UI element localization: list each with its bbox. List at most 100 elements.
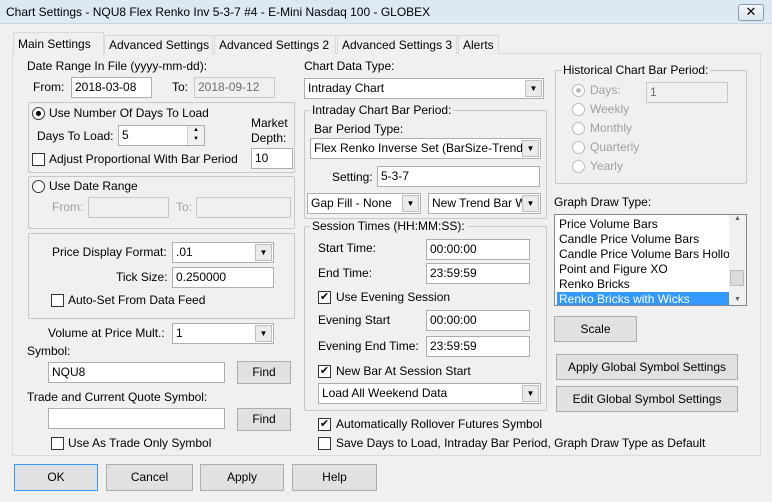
evening-session-label: Use Evening Session	[336, 290, 451, 304]
chevron-down-icon[interactable]: ▼	[522, 195, 539, 212]
monthly-label: Monthly	[590, 121, 633, 135]
gap-fill-select[interactable]: Gap Fill - None ▼	[307, 193, 421, 214]
scrollbar-thumb[interactable]	[730, 270, 744, 286]
setting-input[interactable]: 5-3-7	[377, 166, 540, 187]
evening-start-input[interactable]: 00:00:00	[426, 310, 530, 331]
use-days-radio[interactable]	[32, 107, 45, 120]
graph-draw-type-label: Graph Draw Type:	[554, 195, 652, 209]
use-days-label: Use Number Of Days To Load	[49, 106, 209, 120]
market-depth-label-2: Depth:	[251, 131, 287, 145]
apply-global-symbol-settings-button[interactable]: Apply Global Symbol Settings	[556, 354, 738, 380]
end-time-label: End Time:	[318, 266, 373, 280]
list-item[interactable]: Point and Figure XO	[557, 262, 729, 277]
range-to-label: To:	[176, 200, 193, 214]
rollover-checkbox[interactable]: ✔	[318, 418, 331, 431]
historical-days-input: 1	[646, 82, 728, 103]
list-item[interactable]: Candle Price Volume Bars Hollow	[557, 247, 729, 262]
symbol-input[interactable]: NQU8	[48, 362, 225, 383]
end-time-input[interactable]: 23:59:59	[426, 263, 530, 284]
tab-main-settings[interactable]: Main Settings	[13, 32, 104, 55]
range-from-input	[88, 197, 169, 218]
setting-label: Setting:	[332, 170, 373, 184]
start-time-input[interactable]: 00:00:00	[426, 239, 530, 260]
chevron-down-icon[interactable]: ▼	[255, 325, 272, 342]
bar-period-type-select[interactable]: Flex Renko Inverse Set (BarSize-Trend ▼	[310, 138, 541, 159]
help-button[interactable]: Help	[292, 464, 377, 491]
price-format-select[interactable]: .01 ▼	[172, 242, 274, 263]
scroll-up-icon[interactable]: ▲	[729, 215, 746, 222]
evening-end-label: Evening End Time:	[318, 339, 419, 353]
chevron-down-icon[interactable]: ▼	[522, 140, 539, 157]
tab-advanced-settings[interactable]: Advanced Settings	[104, 35, 213, 54]
find-trade-symbol-button[interactable]: Find	[237, 408, 291, 431]
weekend-data-select[interactable]: Load All Weekend Data ▼	[318, 383, 541, 404]
days-to-load-spinner[interactable]: 5 ▲ ▼	[118, 125, 205, 146]
start-time-label: Start Time:	[318, 241, 377, 255]
date-range-label: Date Range In File (yyyy-mm-dd):	[27, 59, 208, 73]
range-from-label: From:	[52, 200, 84, 214]
evening-session-checkbox[interactable]: ✔	[318, 291, 331, 304]
vap-select[interactable]: 1 ▼	[172, 323, 274, 344]
weekly-radio	[572, 103, 585, 116]
days-to-load-label: Days To Load:	[37, 129, 114, 143]
quarterly-label: Quarterly	[590, 140, 640, 154]
spinner-arrows-icon[interactable]: ▲ ▼	[187, 126, 204, 145]
from-date-input[interactable]: 2018-03-08	[71, 77, 152, 98]
list-item[interactable]: Price Volume Bars	[557, 217, 729, 232]
find-symbol-button[interactable]: Find	[237, 361, 291, 384]
tab-advanced-settings-2[interactable]: Advanced Settings 2	[214, 35, 336, 54]
graph-draw-type-list[interactable]: Price Volume Bars Candle Price Volume Ba…	[554, 214, 747, 306]
list-item-selected[interactable]: Renko Bricks with Wicks	[557, 292, 729, 305]
trade-only-checkbox[interactable]	[51, 437, 64, 450]
quarterly-radio	[572, 141, 585, 154]
new-bar-session-label: New Bar At Session Start	[336, 364, 471, 378]
save-default-checkbox[interactable]	[318, 437, 331, 450]
from-label: From:	[33, 80, 65, 94]
evening-end-input[interactable]: 23:59:59	[426, 336, 530, 357]
tab-alerts[interactable]: Alerts	[458, 35, 499, 54]
new-trend-bar-select[interactable]: New Trend Bar W ▼	[428, 193, 541, 214]
use-date-range-radio[interactable]	[32, 180, 45, 193]
list-scrollbar[interactable]: ▲ ▼	[729, 215, 746, 305]
rollover-label: Automatically Rollover Futures Symbol	[336, 417, 543, 431]
chevron-down-icon[interactable]: ▼	[402, 195, 419, 212]
chevron-down-icon[interactable]: ▼	[522, 385, 539, 402]
edit-global-symbol-settings-button[interactable]: Edit Global Symbol Settings	[556, 386, 738, 412]
evening-start-label: Evening Start	[318, 313, 391, 327]
trade-symbol-input[interactable]	[48, 408, 225, 429]
chevron-down-icon[interactable]: ▼	[255, 244, 272, 261]
range-to-input	[196, 197, 291, 218]
autoset-label: Auto-Set From Data Feed	[68, 293, 206, 307]
list-item[interactable]: Candle Price Volume Bars	[557, 232, 729, 247]
ok-button[interactable]: OK	[14, 464, 98, 491]
new-bar-session-checkbox[interactable]: ✔	[318, 365, 331, 378]
apply-button[interactable]: Apply	[200, 464, 284, 491]
scale-button[interactable]: Scale	[554, 316, 637, 342]
days-radio	[572, 84, 585, 97]
scroll-down-icon[interactable]: ▼	[729, 296, 746, 303]
adjust-proportional-checkbox[interactable]	[32, 153, 45, 166]
window-title: Chart Settings - NQU8 Flex Renko Inv 5-3…	[6, 5, 431, 19]
intraday-group-label: Intraday Chart Bar Period:	[310, 103, 454, 117]
historical-group-label: Historical Chart Bar Period:	[561, 63, 711, 77]
save-default-label: Save Days to Load, Intraday Bar Period, …	[336, 436, 706, 450]
market-depth-input[interactable]: 10	[251, 148, 293, 169]
to-date-input: 2018-09-12	[194, 77, 275, 98]
chevron-down-icon[interactable]: ▼	[525, 80, 542, 97]
autoset-checkbox[interactable]	[51, 294, 64, 307]
session-times-label: Session Times (HH:MM:SS):	[310, 219, 467, 233]
bar-period-type-label: Bar Period Type:	[314, 122, 404, 136]
trade-symbol-label: Trade and Current Quote Symbol:	[27, 390, 208, 404]
monthly-radio	[572, 122, 585, 135]
tab-advanced-settings-3[interactable]: Advanced Settings 3	[337, 35, 457, 54]
cancel-button[interactable]: Cancel	[106, 464, 193, 491]
list-item[interactable]: Renko Bricks	[557, 277, 729, 292]
market-depth-label: Market	[251, 116, 288, 130]
tick-size-input[interactable]: 0.250000	[172, 267, 274, 288]
adjust-proportional-label: Adjust Proportional With Bar Period	[49, 152, 238, 166]
chart-data-type-select[interactable]: Intraday Chart ▼	[304, 78, 544, 99]
close-button[interactable]: ✕	[738, 4, 764, 21]
trade-only-label: Use As Trade Only Symbol	[68, 436, 212, 450]
yearly-radio	[572, 160, 585, 173]
use-date-range-label: Use Date Range	[49, 179, 138, 193]
